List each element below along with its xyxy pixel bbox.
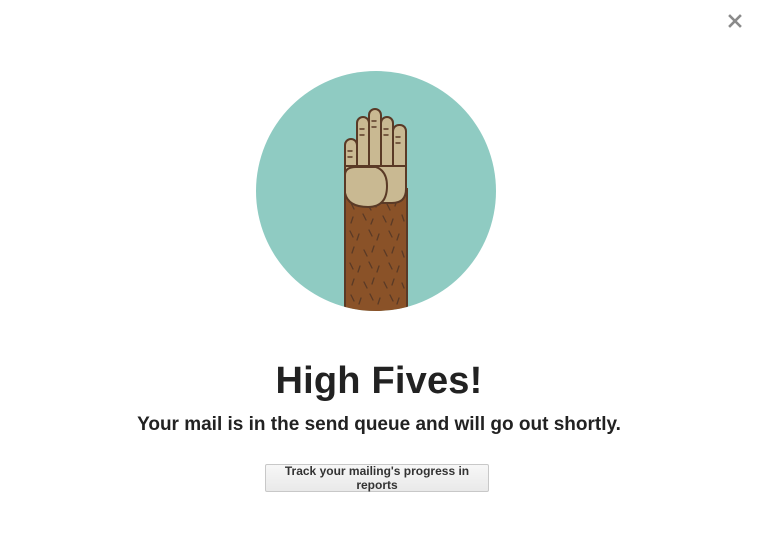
close-button[interactable] <box>724 10 746 32</box>
high-five-illustration <box>256 71 496 311</box>
page-title: High Fives! <box>275 360 483 402</box>
success-dialog: High Fives! Your mail is in the send que… <box>0 0 758 553</box>
close-icon <box>728 14 742 28</box>
high-five-hand-icon <box>256 71 496 311</box>
track-progress-button[interactable]: Track your mailing's progress in reports <box>265 464 489 492</box>
confirmation-message: Your mail is in the send queue and will … <box>137 414 621 435</box>
